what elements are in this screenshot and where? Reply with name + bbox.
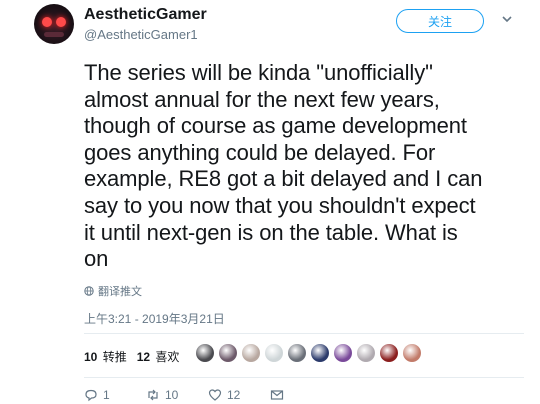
retweets-stat[interactable]: 10 转推	[84, 348, 127, 365]
avatar-mouth	[44, 32, 64, 37]
tweet-line: almost annual for the next few years,	[84, 86, 440, 112]
avatar[interactable]	[34, 4, 74, 44]
liker-avatar[interactable]	[196, 344, 214, 362]
tweet-timestamp[interactable]: 上午3:21 - 2019年3月21日	[84, 310, 225, 327]
follow-button[interactable]: 关注	[396, 9, 484, 33]
user-display-name[interactable]: AestheticGamer	[84, 6, 207, 24]
tweet-line: on	[84, 246, 109, 272]
retweet-count: 10	[165, 388, 179, 402]
likes-stat[interactable]: 12 喜欢	[137, 348, 180, 365]
engagement-stats: 10 转推 12 喜欢	[84, 348, 179, 365]
divider	[84, 377, 524, 378]
tweet-line: though of course as game development	[84, 113, 467, 139]
translate-label[interactable]: 翻译推文	[98, 283, 142, 299]
liker-avatar[interactable]	[403, 344, 421, 362]
tweet-actions: 1 10 12	[84, 388, 332, 402]
tweet-line: example, RE8 got a bit delayed and I can	[84, 166, 483, 192]
avatar-eye-left	[42, 17, 52, 27]
globe-icon	[84, 286, 94, 296]
liker-avatar[interactable]	[334, 344, 352, 362]
chevron-down-icon[interactable]	[500, 12, 514, 26]
liker-avatar[interactable]	[311, 344, 329, 362]
liker-avatar[interactable]	[219, 344, 237, 362]
liker-avatar[interactable]	[357, 344, 375, 362]
liker-avatar[interactable]	[265, 344, 283, 362]
direct-message-button[interactable]	[270, 388, 332, 402]
divider	[84, 333, 524, 334]
liker-avatar[interactable]	[380, 344, 398, 362]
user-handle[interactable]: @AestheticGamer1	[84, 27, 198, 42]
heart-icon	[208, 389, 222, 401]
tweet-line: say to you now that you shouldn't expect	[84, 192, 476, 218]
tweet-line: it until next-gen is on the table. What …	[84, 219, 458, 245]
liker-avatar[interactable]	[242, 344, 260, 362]
tweet-line: The series will be kinda "unofficially"	[84, 60, 433, 85]
retweet-icon	[148, 389, 158, 401]
liker-avatars	[196, 344, 421, 362]
like-button[interactable]: 12	[208, 388, 270, 402]
liker-avatar[interactable]	[288, 344, 306, 362]
reply-icon	[85, 389, 97, 402]
reply-count: 1	[103, 388, 110, 402]
like-count: 12	[227, 388, 241, 402]
envelope-icon	[270, 390, 284, 400]
translate-tweet-link[interactable]: 翻译推文	[84, 283, 142, 299]
retweet-button[interactable]: 10	[146, 388, 208, 402]
reply-button[interactable]: 1	[84, 388, 146, 402]
avatar-eye-right	[56, 17, 66, 27]
tweet-text: The series will be kinda "unofficially" …	[84, 60, 524, 273]
tweet-line: goes anything could be delayed. For	[84, 139, 436, 165]
